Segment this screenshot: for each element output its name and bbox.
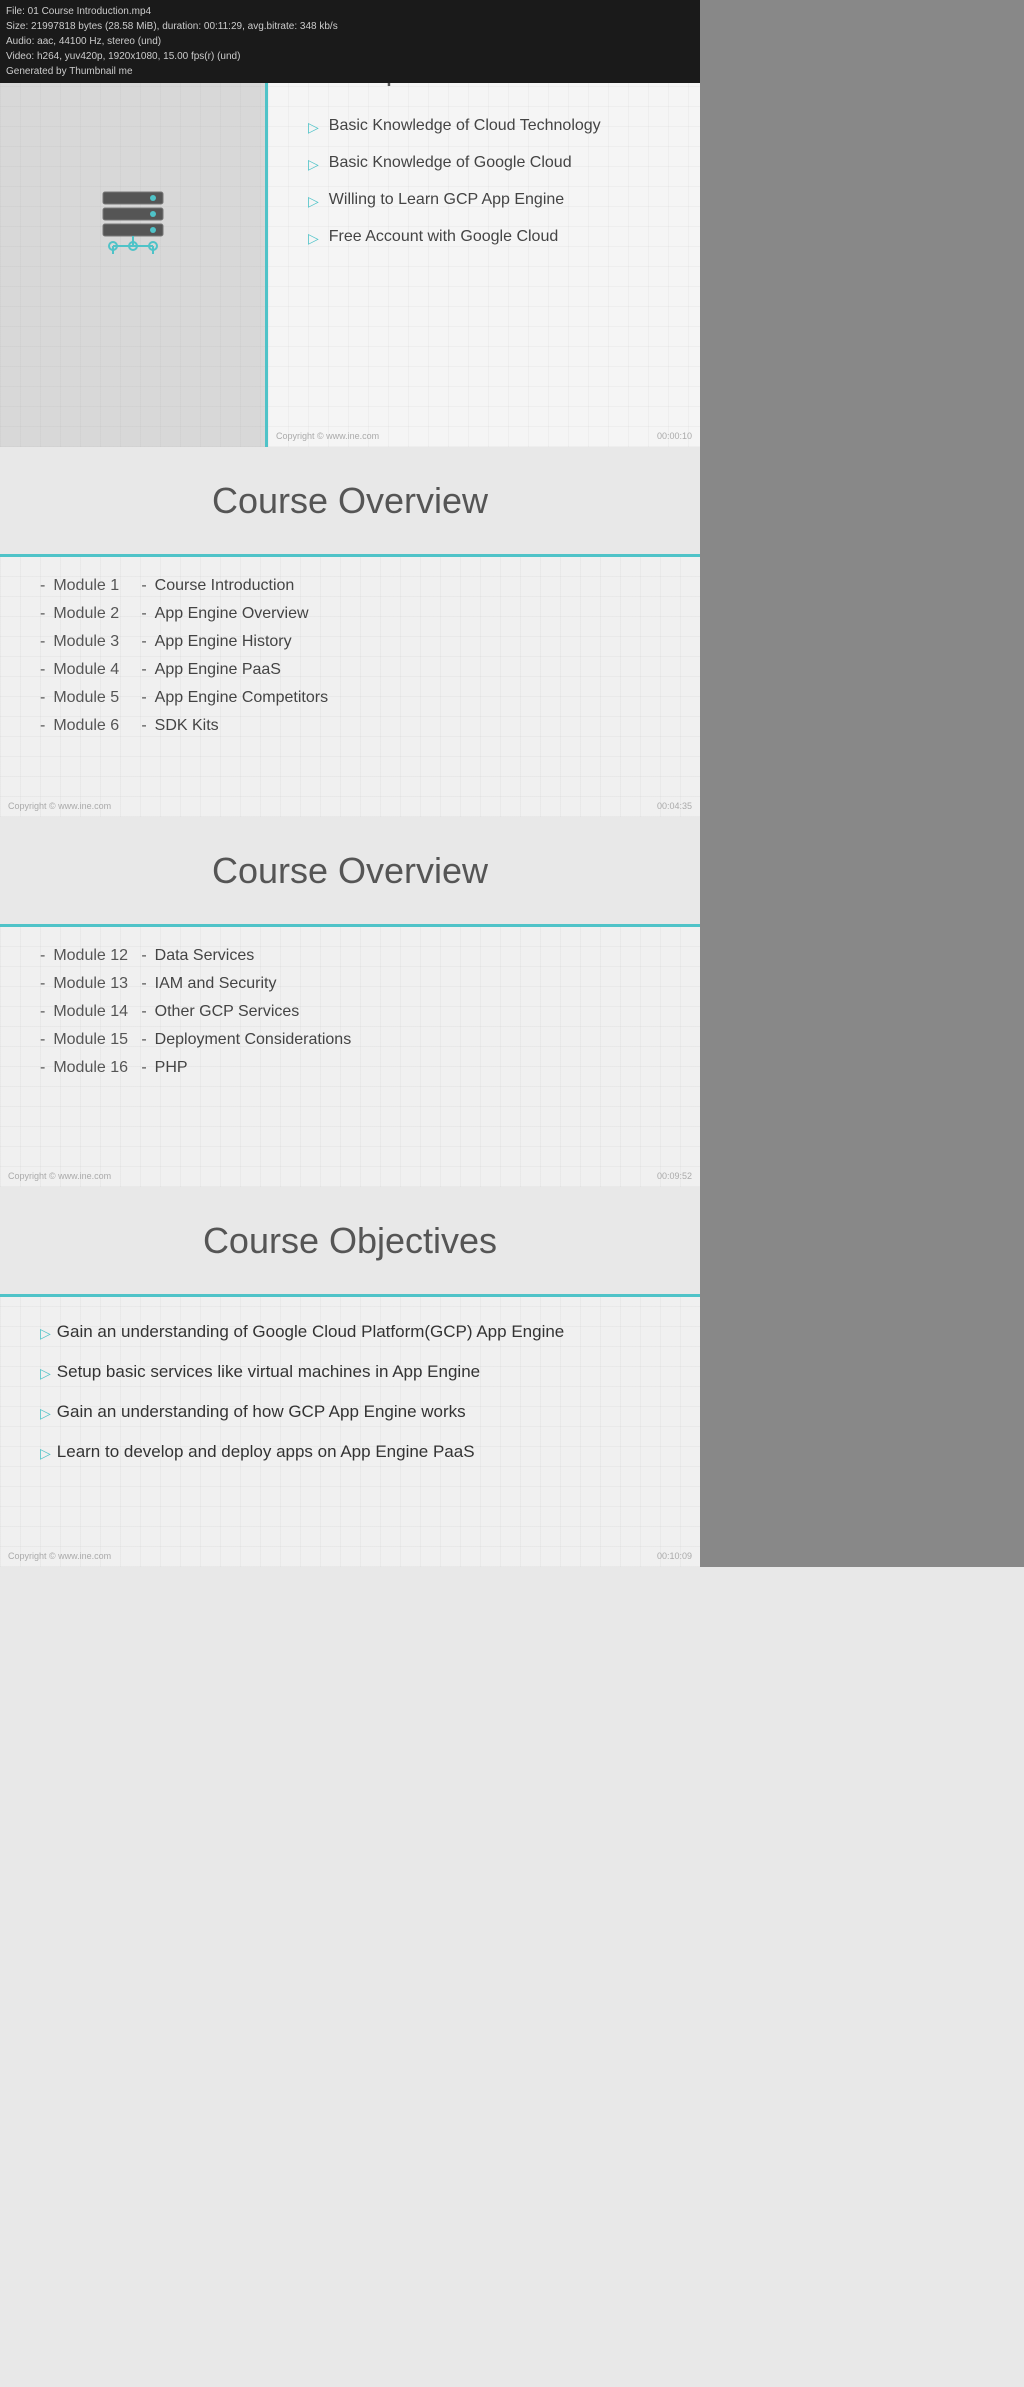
- play-arrow-icon: ▷: [308, 119, 319, 136]
- obj-arrow-icon-4: ▷: [40, 1445, 51, 1462]
- slide2-timestamp: 00:04:35: [657, 801, 692, 811]
- module-num-5: Module 5: [53, 689, 133, 707]
- module-num-6: Module 6: [53, 717, 133, 735]
- objectives-title: Course Objectives: [203, 1220, 497, 1262]
- meta-filename: File: 01 Course Introduction.mp4: [6, 4, 694, 19]
- module-name-16: PHP: [155, 1059, 188, 1077]
- module-name-13: IAM and Security: [155, 975, 277, 993]
- module-num-2: Module 2: [53, 605, 133, 623]
- slide1-timestamp: 00:00:10: [657, 431, 692, 441]
- module-name-4: App Engine PaaS: [155, 661, 281, 679]
- module-item-6: - Module 6 - SDK Kits: [40, 717, 660, 735]
- module-list-1: - Module 1 - Course Introduction - Modul…: [40, 577, 660, 735]
- overview-content-2: - Module 12 - Data Services - Module 13 …: [0, 927, 700, 1107]
- objective-text-2: Setup basic services like virtual machin…: [57, 1362, 480, 1382]
- module-item-13: - Module 13 - IAM and Security: [40, 975, 660, 993]
- module-item-16: - Module 16 - PHP: [40, 1059, 660, 1077]
- module-item-4: - Module 4 - App Engine PaaS: [40, 661, 660, 679]
- slide3-timestamp: 00:09:52: [657, 1171, 692, 1181]
- overview-header-2: Course Overview: [0, 817, 700, 927]
- module-name-5: App Engine Competitors: [155, 689, 328, 707]
- meta-size: Size: 21997818 bytes (28.58 MiB), durati…: [6, 19, 694, 34]
- module-name-12: Data Services: [155, 947, 255, 965]
- module-num-14: Module 14: [53, 1003, 133, 1021]
- module-name-6: SDK Kits: [155, 717, 219, 735]
- overview-title-1: Course Overview: [212, 480, 488, 522]
- module-item-5: - Module 5 - App Engine Competitors: [40, 689, 660, 707]
- objective-text-3: Gain an understanding of how GCP App Eng…: [57, 1402, 466, 1422]
- module-list-2: - Module 12 - Data Services - Module 13 …: [40, 947, 660, 1077]
- obj-arrow-icon-3: ▷: [40, 1405, 51, 1422]
- meta-audio: Audio: aac, 44100 Hz, stereo (und): [6, 34, 694, 49]
- module-num-1: Module 1: [53, 577, 133, 595]
- slide4-timestamp: 00:10:09: [657, 1551, 692, 1561]
- module-num-13: Module 13: [53, 975, 133, 993]
- meta-generated: Generated by Thumbnail me: [6, 64, 694, 79]
- objectives-header: Course Objectives: [0, 1187, 700, 1297]
- slide-overview-2: Course Overview - Module 12 - Data Servi…: [0, 817, 700, 1187]
- module-num-15: Module 15: [53, 1031, 133, 1049]
- play-arrow-icon-2: ▷: [308, 156, 319, 173]
- slide-objectives: Course Objectives ▷ Gain an understandin…: [0, 1187, 700, 1567]
- obj-arrow-icon-2: ▷: [40, 1365, 51, 1382]
- module-name-3: App Engine History: [155, 633, 292, 651]
- module-num-16: Module 16: [53, 1059, 133, 1077]
- objective-text-4: Learn to develop and deploy apps on App …: [57, 1442, 475, 1462]
- slide-prerequisites: File: 01 Course Introduction.mp4 Size: 2…: [0, 0, 700, 447]
- module-num-3: Module 3: [53, 633, 133, 651]
- obj-arrow-icon-1: ▷: [40, 1325, 51, 1342]
- prereq-item-4: ▷ Free Account with Google Cloud: [308, 228, 670, 247]
- objective-item-4: ▷ Learn to develop and deploy apps on Ap…: [40, 1442, 660, 1462]
- objectives-content: ▷ Gain an understanding of Google Cloud …: [0, 1297, 700, 1512]
- overview-header-1: Course Overview: [0, 447, 700, 557]
- play-arrow-icon-3: ▷: [308, 193, 319, 210]
- slide-overview-1: Course Overview - Module 1 - Course Intr…: [0, 447, 700, 817]
- module-num-12: Module 12: [53, 947, 133, 965]
- module-name-1: Course Introduction: [155, 577, 295, 595]
- prereq-list: ▷ Basic Knowledge of Cloud Technology ▷ …: [308, 117, 670, 247]
- module-item-12: - Module 12 - Data Services: [40, 947, 660, 965]
- slide1-copyright: Copyright © www.ine.com: [276, 431, 379, 441]
- module-item-15: - Module 15 - Deployment Considerations: [40, 1031, 660, 1049]
- play-arrow-icon-4: ▷: [308, 230, 319, 247]
- objective-item-2: ▷ Setup basic services like virtual mach…: [40, 1362, 660, 1382]
- overview-content-1: - Module 1 - Course Introduction - Modul…: [0, 557, 700, 765]
- module-num-4: Module 4: [53, 661, 133, 679]
- prereq-text-2: Basic Knowledge of Google Cloud: [329, 154, 572, 172]
- module-item-14: - Module 14 - Other GCP Services: [40, 1003, 660, 1021]
- prereq-text-3: Willing to Learn GCP App Engine: [329, 191, 564, 209]
- objective-text-1: Gain an understanding of Google Cloud Pl…: [57, 1322, 564, 1342]
- meta-video: Video: h264, yuv420p, 1920x1080, 15.00 f…: [6, 49, 694, 64]
- prereq-item-3: ▷ Willing to Learn GCP App Engine: [308, 191, 670, 210]
- slide3-copyright: Copyright © www.ine.com: [8, 1171, 111, 1181]
- module-name-14: Other GCP Services: [155, 1003, 300, 1021]
- module-item-1: - Module 1 - Course Introduction: [40, 577, 660, 595]
- slide4-copyright: Copyright © www.ine.com: [8, 1551, 111, 1561]
- objective-item-3: ▷ Gain an understanding of how GCP App E…: [40, 1402, 660, 1422]
- meta-bar: File: 01 Course Introduction.mp4 Size: 2…: [0, 0, 700, 83]
- slide2-copyright: Copyright © www.ine.com: [8, 801, 111, 811]
- prereq-text-4: Free Account with Google Cloud: [329, 228, 558, 246]
- module-name-15: Deployment Considerations: [155, 1031, 352, 1049]
- prereq-item-1: ▷ Basic Knowledge of Cloud Technology: [308, 117, 670, 136]
- module-item-3: - Module 3 - App Engine History: [40, 633, 660, 651]
- overview-title-2: Course Overview: [212, 850, 488, 892]
- module-name-2: App Engine Overview: [155, 605, 309, 623]
- objective-item-1: ▷ Gain an understanding of Google Cloud …: [40, 1322, 660, 1342]
- page-wrapper: File: 01 Course Introduction.mp4 Size: 2…: [0, 0, 1024, 1567]
- prereq-item-2: ▷ Basic Knowledge of Google Cloud: [308, 154, 670, 173]
- server-icon: [93, 184, 173, 264]
- module-item-2: - Module 2 - App Engine Overview: [40, 605, 660, 623]
- prereq-text-1: Basic Knowledge of Cloud Technology: [329, 117, 601, 135]
